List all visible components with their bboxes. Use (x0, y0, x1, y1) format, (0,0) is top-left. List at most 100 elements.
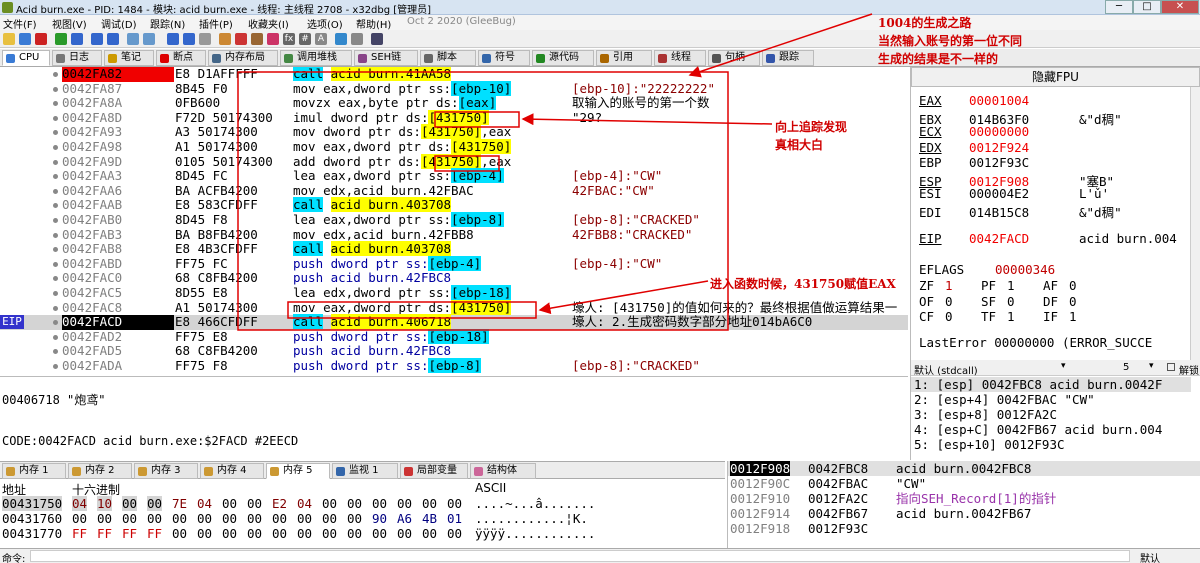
tab-cpu[interactable]: CPU (2, 50, 50, 66)
hide-fpu-button[interactable]: 隐藏FPU (911, 67, 1200, 87)
dump-row[interactable]: 00431770 FF FF FF FF 00 00 00 00 00 00 00 00 00 00 00 00… (0, 526, 725, 541)
disassembly-view[interactable]: 0042FA82 E8 D1AFFFFF call acid burn.41AA58… (0, 67, 908, 375)
breakpoint-dot[interactable] (53, 72, 58, 77)
stack-row[interactable]: 0012F908 0042FBC8 acid burn.0042FBC8 (728, 461, 1200, 476)
font-icon[interactable]: A (315, 33, 327, 45)
breakpoint-dot[interactable] (53, 276, 58, 282)
breakpoint-dot[interactable] (53, 261, 58, 267)
disasm-row[interactable]: 0042FA8D F72D 50174300 imul dword ptr ds:[… (0, 109, 908, 126)
register-ecx[interactable]: ECX 00000000 (919, 124, 1079, 139)
breakpoint-dot[interactable] (53, 188, 58, 194)
stack-view[interactable]: 0012F908 0042FBC8 acid burn.0042FBC8 0012F9… (727, 461, 1200, 548)
stack-row[interactable]: 0012F910 0012FA2C 指向SEH_Record[1]的指针 (728, 491, 1200, 506)
help-icon[interactable] (371, 33, 383, 45)
tab-log[interactable]: 日志 (52, 50, 102, 66)
menu-view[interactable]: 视图(V) (52, 16, 87, 31)
tab-threads[interactable]: 线程 (654, 50, 706, 66)
disasm-row[interactable]: 0042FADA FF75 F8 push dword ptr ss:[ebp-8]… (0, 358, 908, 374)
register-eflags[interactable]: EFLAGS 00000346 (919, 262, 1055, 277)
breakpoint-dot[interactable] (53, 334, 58, 340)
run-icon[interactable] (55, 33, 67, 45)
chevron-down-icon[interactable]: ▾ (1061, 361, 1066, 371)
label-icon[interactable] (251, 33, 263, 45)
trace-into-icon[interactable] (127, 33, 139, 45)
breakpoint-dot[interactable] (53, 101, 58, 107)
breakpoint-dot[interactable] (53, 145, 58, 150)
register-edx[interactable]: EDX 0012F924 (919, 140, 1079, 155)
menu-debug[interactable]: 调试(D) (101, 16, 137, 31)
tab-source[interactable]: 源代码 (532, 50, 594, 66)
open-icon[interactable] (3, 33, 15, 45)
step-over-icon[interactable] (107, 33, 119, 45)
close-button[interactable]: ✕ (1161, 0, 1199, 14)
tab-breakpoint[interactable]: 断点 (156, 50, 206, 66)
tab-trace[interactable]: 跟踪 (762, 50, 814, 66)
breakpoint-dot[interactable] (53, 218, 58, 223)
scylla-icon[interactable] (199, 33, 211, 45)
breakpoint-dot[interactable] (53, 291, 58, 296)
breakpoint-dot[interactable] (53, 232, 58, 238)
breakpoint-dot[interactable] (53, 349, 58, 355)
disasm-row[interactable]: 0042FABD FF75 FC push dword ptr ss:[ebp-4]… (0, 255, 908, 272)
registers-scrollbar[interactable] (1190, 87, 1200, 375)
menu-favourites[interactable]: 收藏夹(I) (248, 16, 289, 31)
stack-row[interactable]: 0012F90C 0042FBAC "CW" (728, 476, 1200, 491)
breakpoint-dot[interactable] (53, 115, 58, 121)
stack-row[interactable]: 0012F918 0012F93C (728, 521, 1200, 536)
tab-script[interactable]: 脚本 (420, 50, 476, 66)
close-debuggee-icon[interactable] (35, 33, 47, 45)
menu-file[interactable]: 文件(F) (3, 16, 37, 31)
breakpoint-dot[interactable] (53, 247, 58, 253)
patch-icon[interactable] (219, 33, 231, 45)
command-input[interactable] (30, 550, 1130, 562)
tab-memory-1[interactable]: 内存 1 (2, 463, 66, 479)
memory-dump[interactable]: 地址 十六进制 ASCII 00431750 04 10 00 00 7E 04 00 00 E2… (0, 480, 725, 548)
disasm-row[interactable]: 0042FAC8 A1 50174300 mov eax,dword ptr ds:… (0, 299, 908, 316)
breakpoint-dot[interactable] (53, 174, 58, 180)
argument-row[interactable]: 4: [esp+C] 0042FB67 acid burn.004 (914, 422, 1162, 437)
stack-row[interactable]: 0012F914 0042FB67 acid burn.0042FB67 (728, 506, 1200, 521)
register-eax[interactable]: EAX 00001004 (919, 93, 1079, 108)
hash-icon[interactable]: # (299, 33, 311, 45)
breakpoint-dot[interactable] (53, 305, 58, 311)
unlock-checkbox[interactable] (1167, 363, 1175, 371)
restart-icon[interactable] (19, 33, 31, 45)
disasm-row[interactable]: 0042FA98 A1 50174300 mov eax,dword ptr ds:… (0, 139, 908, 155)
tab-memory-4[interactable]: 内存 4 (200, 463, 264, 479)
breakpoint-dot[interactable] (53, 130, 58, 136)
tab-memory-8[interactable]: 结构体 (470, 463, 536, 479)
dump-row[interactable]: 00431750 04 10 00 00 7E 04 00 00 E2 04 00 00 00 00 00 00… (0, 496, 725, 511)
argument-row[interactable]: 1: [esp] 0042FBC8 acid burn.0042F (911, 377, 1191, 392)
function-icon[interactable]: fx (283, 33, 295, 45)
breakpoint-dot[interactable] (53, 86, 58, 92)
menu-help[interactable]: 帮助(H) (356, 16, 391, 31)
breakpoint-dot[interactable] (53, 364, 58, 369)
tab-memory-5[interactable]: 内存 5 (266, 463, 330, 479)
flags-row[interactable]: OF 0 SF 0 DF 0 (919, 294, 1105, 309)
tab-memory-map[interactable]: 内存布局 (208, 50, 278, 66)
step-into-icon[interactable] (91, 33, 103, 45)
tab-memory-6[interactable]: 监视 1 (332, 463, 398, 479)
argument-row[interactable]: 3: [esp+8] 0012FA2C (914, 407, 1057, 422)
trace-over-icon[interactable] (143, 33, 155, 45)
settings-icon[interactable] (351, 33, 363, 45)
command-mode-select[interactable]: 默认 (1140, 550, 1160, 563)
comment-icon[interactable] (235, 33, 247, 45)
registers-panel[interactable]: 隐藏FPU EAX 00001004 EBX 014B63F0 &"d稠" ECX 0000… (910, 67, 1200, 375)
disasm-row[interactable]: 0042FA82 E8 D1AFFFFF call acid burn.41AA58 (0, 67, 908, 82)
flags-row[interactable]: CF 0 TF 1 IF 1 (919, 309, 1105, 324)
tab-seh[interactable]: SEH链 (354, 50, 418, 66)
disasm-row[interactable]: 0042FA9D 0105 50174300 add dword ptr ds:[4… (0, 153, 908, 170)
disasm-row[interactable]: 0042FAB3 BA B8FB4200 mov edx,acid burn.42F… (0, 227, 908, 243)
disasm-row[interactable]: 0042FAB0 8D45 F8 lea eax,dword ptr ss:[ebp… (0, 212, 908, 228)
dump-row[interactable]: 00431760 00 00 00 00 00 00 00 00 00 00 00 00 90 A6 4B 01… (0, 511, 725, 526)
disasm-row[interactable]: 0042FA93 A3 50174300 mov dword ptr ds:[431… (0, 124, 908, 140)
disasm-row[interactable]: 0042FA8A 0FB600 movzx eax,byte ptr ds:[eax… (0, 95, 908, 111)
breakpoint-dot[interactable] (53, 159, 58, 165)
menu-options[interactable]: 选项(O) (307, 16, 343, 31)
argument-row[interactable]: 5: [esp+10] 0012F93C (914, 437, 1065, 452)
tab-memory-3[interactable]: 内存 3 (134, 463, 198, 479)
flags-row[interactable]: ZF 1 PF 1 AF 0 (919, 278, 1105, 293)
calculator-icon[interactable] (335, 33, 347, 45)
chevron-down-icon[interactable]: ▾ (1149, 361, 1154, 371)
